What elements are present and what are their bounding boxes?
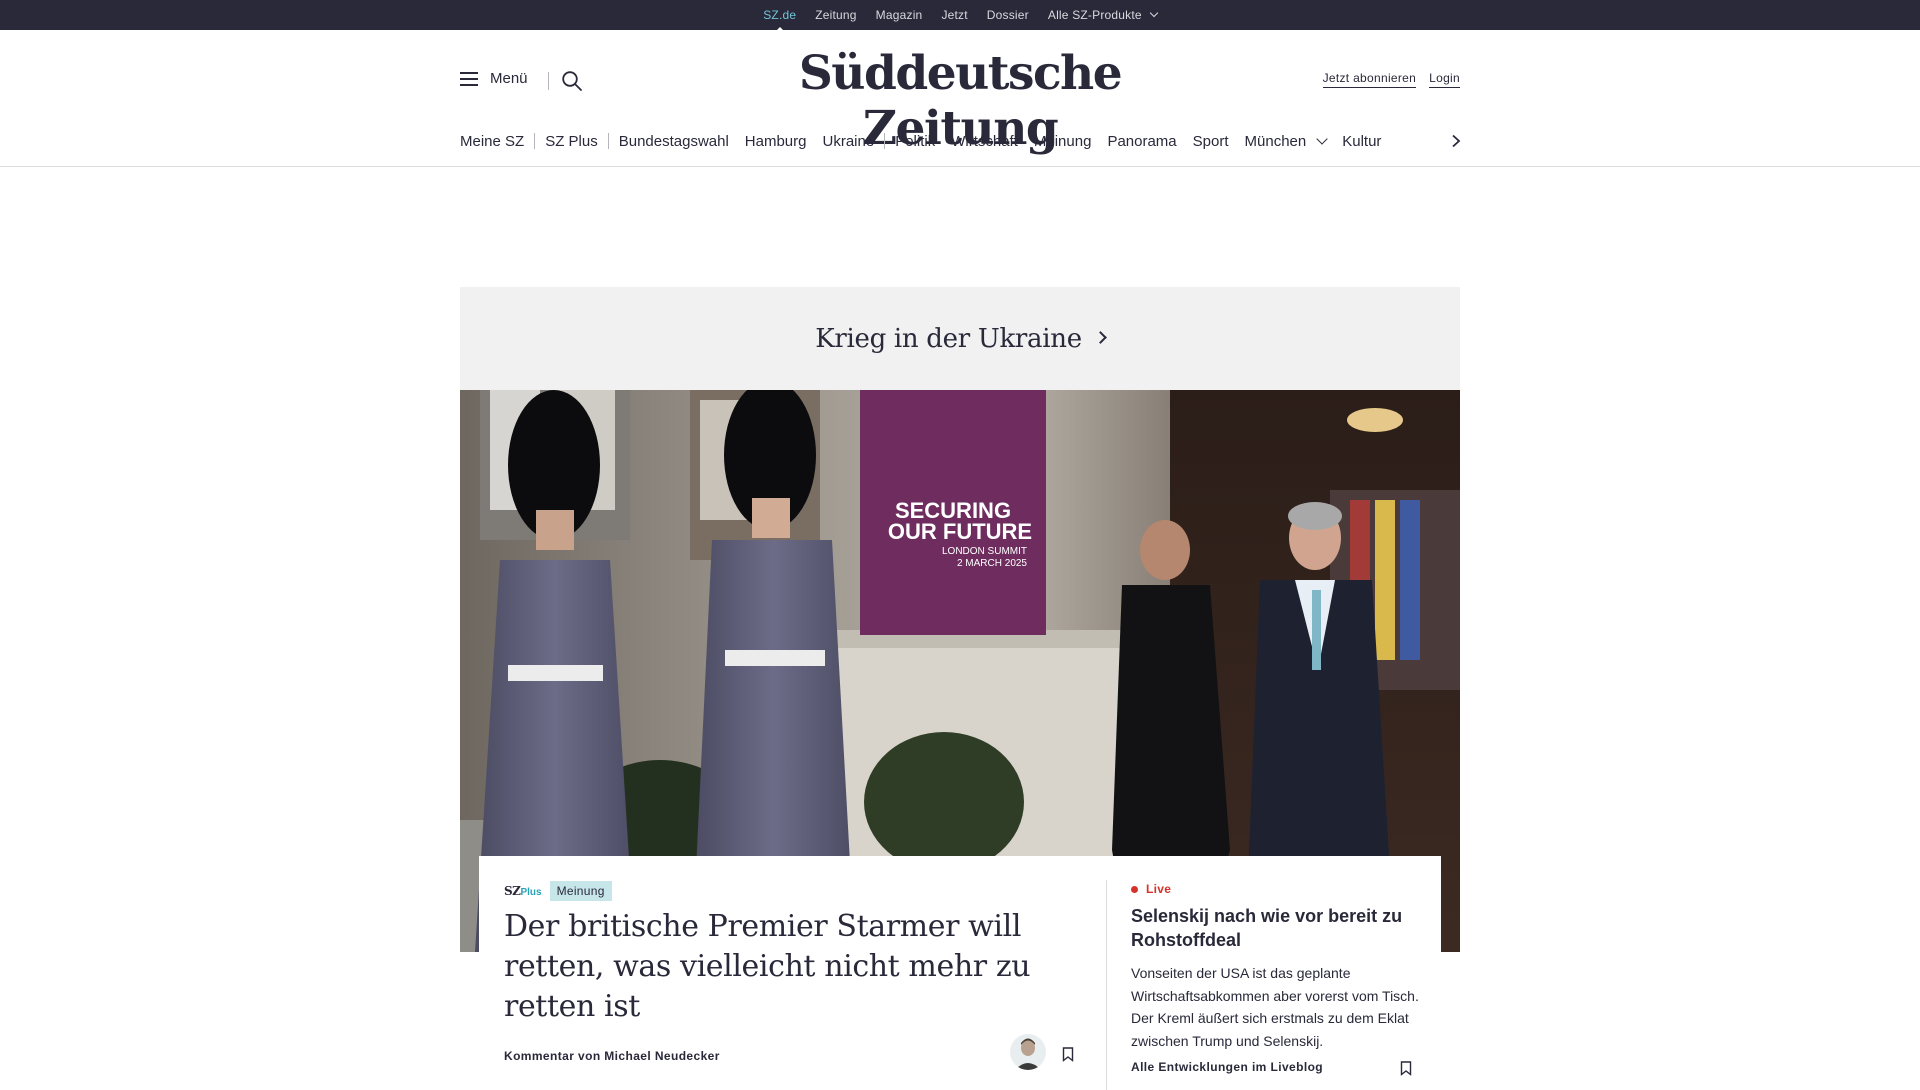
main-teaser: SZPlus Meinung Der britische Premier Sta… bbox=[504, 881, 1084, 1027]
topbar-item-magazin[interactable]: Magazin bbox=[876, 8, 923, 22]
live-label: Live bbox=[1146, 882, 1172, 896]
sz-plus-brand: SZ bbox=[504, 884, 521, 898]
nav-item-meine-sz[interactable]: Meine SZ bbox=[460, 133, 524, 150]
site-header: Menü Süddeutsche Zeitung Jetzt abonniere… bbox=[0, 30, 1920, 167]
nav-item-panorama[interactable]: Panorama bbox=[1107, 133, 1176, 150]
banner-line-2: OUR FUTURE bbox=[888, 519, 1032, 544]
live-summary: Vonseiten der USA ist das geplante Wirts… bbox=[1131, 965, 1419, 1049]
nav-item-kultur[interactable]: Kultur bbox=[1342, 133, 1381, 150]
liveblog-link[interactable]: Alle Entwicklungen im Liveblog bbox=[1131, 1060, 1323, 1074]
nav-divider bbox=[607, 133, 609, 149]
bookmark-icon[interactable] bbox=[1062, 1047, 1074, 1062]
banner-line-3: LONDON SUMMIT bbox=[942, 546, 1027, 557]
nav-item-meinung[interactable]: Meinung bbox=[1034, 133, 1092, 150]
topbar-item-szde[interactable]: SZ.de bbox=[763, 8, 796, 33]
nav-item-muenchen[interactable]: München bbox=[1244, 132, 1328, 150]
topbar-item-zeitung[interactable]: Zeitung bbox=[815, 8, 856, 22]
main-headline[interactable]: Der britische Premier Starmer will rette… bbox=[504, 907, 1084, 1027]
sz-plus-logo: SZPlus bbox=[504, 884, 542, 898]
nav-item-bundestagswahl[interactable]: Bundestagswahl bbox=[619, 133, 729, 150]
banner-line-4: 2 MARCH 2025 bbox=[957, 558, 1027, 569]
topbar-item-alle-produkte[interactable]: Alle SZ-Produkte bbox=[1047, 8, 1159, 22]
nav-item-ukraine[interactable]: Ukraine bbox=[823, 133, 875, 150]
menu-button[interactable]: Menü bbox=[460, 70, 528, 87]
login-link[interactable]: Login bbox=[1429, 71, 1460, 88]
chevron-down-icon bbox=[1316, 132, 1328, 145]
nav-item-sport[interactable]: Sport bbox=[1193, 133, 1229, 150]
chevron-right-icon bbox=[1093, 331, 1107, 344]
hamburger-icon bbox=[460, 71, 478, 86]
nav-divider bbox=[884, 133, 886, 149]
menu-label: Menü bbox=[490, 70, 528, 87]
nav-item-wirtschaft[interactable]: Wirtschaft bbox=[951, 133, 1018, 150]
meinung-tag: Meinung bbox=[549, 881, 612, 901]
search-button[interactable] bbox=[561, 70, 583, 92]
chevron-down-icon bbox=[1149, 8, 1159, 18]
live-headline[interactable]: Selenskij nach wie vor bereit zu Rohstof… bbox=[1131, 904, 1421, 952]
avatar bbox=[1010, 1034, 1046, 1070]
dossier-title: Krieg in der Ukraine bbox=[815, 323, 1082, 354]
topbar-item-jetzt[interactable]: Jetzt bbox=[941, 8, 967, 22]
nav-scroll-right-button[interactable] bbox=[1449, 134, 1463, 148]
topbar-item-dossier[interactable]: Dossier bbox=[987, 8, 1029, 22]
nav-item-muenchen-label: München bbox=[1244, 132, 1307, 150]
product-bar: SZ.de Zeitung Magazin Jetzt Dossier Alle… bbox=[0, 0, 1920, 33]
teaser-card: SZPlus Meinung Der britische Premier Sta… bbox=[479, 856, 1441, 1090]
chevron-right-icon bbox=[1452, 134, 1461, 148]
divider bbox=[1106, 880, 1107, 1090]
sz-plus-suffix: Plus bbox=[520, 887, 542, 898]
live-badge: Live bbox=[1131, 882, 1421, 896]
section-nav: Meine SZ SZ Plus Bundestagswahl Hamburg … bbox=[460, 130, 1460, 152]
divider bbox=[548, 72, 549, 90]
author-byline: Kommentar von Michael Neudecker bbox=[504, 1049, 720, 1063]
nav-item-sz-plus[interactable]: SZ Plus bbox=[545, 133, 598, 150]
topbar-item-alle-produkte-label: Alle SZ-Produkte bbox=[1047, 8, 1142, 22]
author-portrait bbox=[1015, 1038, 1041, 1070]
dossier-header[interactable]: Krieg in der Ukraine bbox=[460, 287, 1460, 390]
bookmark-icon[interactable] bbox=[1400, 1061, 1412, 1076]
subscribe-link[interactable]: Jetzt abonnieren bbox=[1322, 71, 1417, 88]
nav-item-politik[interactable]: Politik bbox=[895, 133, 935, 150]
nav-item-hamburg[interactable]: Hamburg bbox=[745, 133, 807, 150]
live-dot-icon bbox=[1131, 885, 1138, 893]
search-icon bbox=[562, 71, 582, 91]
live-teaser: Live Selenskij nach wie vor bereit zu Ro… bbox=[1131, 882, 1421, 1052]
nav-divider bbox=[534, 133, 536, 149]
